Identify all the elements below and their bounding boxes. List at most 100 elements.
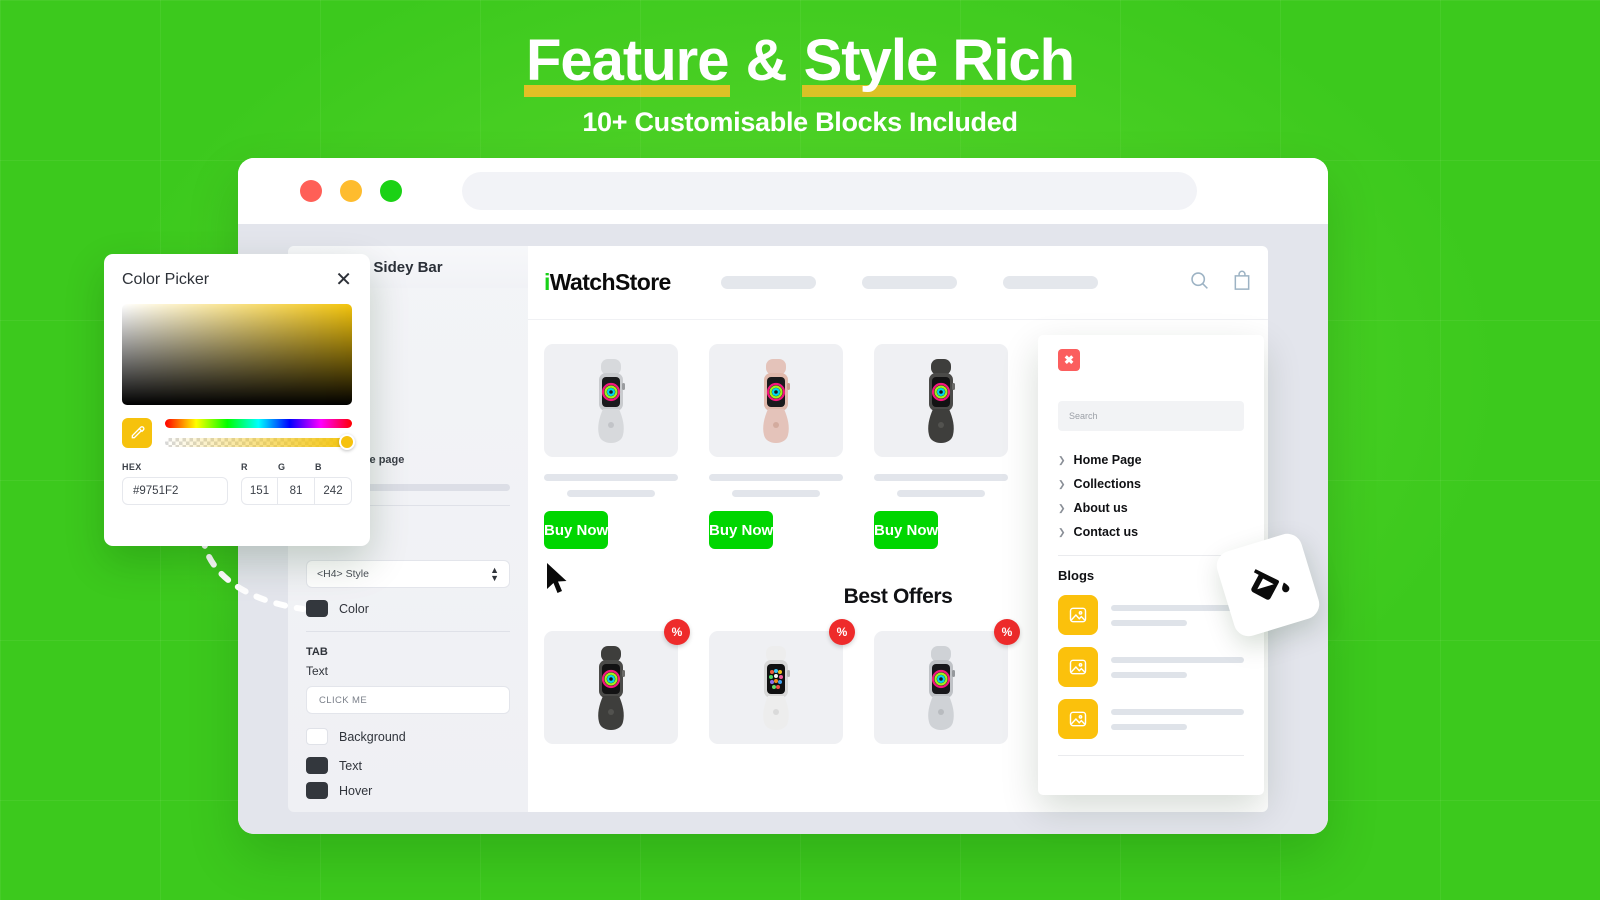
blog-meta-skeleton [1111,723,1187,730]
green-label: G [278,462,286,472]
color-picker-title: Color Picker [122,271,210,288]
menu-search-placeholder: Search [1069,411,1098,421]
blog-title-skeleton [1111,604,1244,611]
product-image: % [874,619,1020,744]
close-icon[interactable]: ✖ [1058,349,1080,371]
product-image: % [709,619,855,744]
tab-section-label: TAB [306,646,328,658]
shopping-bag-icon[interactable] [1232,269,1252,296]
menu-item-label: Contact us [1073,525,1139,539]
nav-stub-1[interactable] [720,276,816,289]
nav-stub-2[interactable] [861,276,957,289]
click-me-value: CLICK ME [319,694,368,706]
blue-input[interactable]: 242 [315,477,352,505]
chevron-right-icon: ❯ [1058,526,1066,537]
color-swatch-row[interactable]: Color [306,600,510,617]
swatch-row-text[interactable]: Text [306,757,510,774]
store-logo[interactable]: iWatchStore [544,269,671,296]
text-swatch-label: Text [339,758,362,773]
offer-card: % [874,619,1020,744]
minimize-window-button[interactable] [340,180,362,202]
product-card: Buy Now [709,344,843,549]
address-bar[interactable] [462,172,1197,210]
green-input[interactable]: 81 [278,477,315,505]
page-subtitle: 10+ Customisable Blocks Included [582,106,1018,137]
search-icon[interactable] [1189,270,1210,296]
menu-item-label: Home Page [1073,453,1142,467]
red-label: R [241,462,248,472]
eyedropper-icon[interactable] [122,418,152,448]
sidebar-divider-2 [306,631,510,632]
product-image [544,344,678,457]
browser-titlebar [238,158,1328,224]
discount-badge: % [664,619,690,645]
buy-now-button[interactable]: Buy Now [874,511,939,549]
blue-label: B [315,462,322,472]
menu-item-home-page[interactable]: ❯ Home Page [1058,453,1244,467]
menu-divider [1058,555,1244,556]
heading-style-value: <H4> Style [317,568,369,580]
blog-title-skeleton [1111,656,1244,663]
product-title-skeleton [544,474,678,481]
product-title-skeleton [709,474,843,481]
swatch-row-background[interactable]: Background [306,728,510,745]
saturation-value-area[interactable] [122,304,352,405]
color-swatch[interactable] [306,600,328,617]
product-image: % [544,619,690,744]
menu-footer-divider [1058,755,1244,756]
store-header: iWatchStore [528,246,1268,320]
hex-value: #9751F2 [133,485,179,497]
product-price-skeleton [731,490,821,497]
blog-list-item[interactable] [1058,595,1244,635]
green-value: 81 [289,485,303,497]
chevron-right-icon: ❯ [1058,454,1066,465]
background-swatch-label: Background [339,729,406,744]
red-input[interactable]: 151 [241,477,278,505]
hero-section: Feature & Style Rich 10+ Customisable Bl… [0,0,1600,138]
hex-label: HEX [122,462,142,472]
blogs-title: Blogs [1058,568,1095,583]
blog-meta-skeleton [1111,671,1187,678]
store-nav-placeholders [720,276,1098,289]
title-ampersand: & [745,28,788,93]
close-icon[interactable]: ✕ [335,270,352,290]
paint-bucket-icon [1251,569,1290,600]
close-window-button[interactable] [300,180,322,202]
menu-item-label: Collections [1073,477,1141,491]
product-card: Buy Now [544,344,678,549]
click-me-input[interactable]: CLICK ME [306,686,510,714]
traffic-lights [300,180,402,202]
background-swatch[interactable] [306,728,328,745]
nav-stub-3[interactable] [1002,276,1098,289]
menu-item-label: About us [1073,501,1128,515]
blog-list-item[interactable] [1058,647,1244,687]
product-image [874,344,1008,457]
blog-meta-skeleton [1111,619,1187,626]
discount-badge: % [994,619,1020,645]
alpha-slider[interactable] [165,434,355,450]
blue-value: 242 [323,485,343,497]
menu-item-collections[interactable]: ❯ Collections [1058,477,1244,491]
product-card: Buy Now [874,344,1008,549]
color-picker-panel: Color Picker ✕ HEX #9751F2 R 151 G 81 B … [104,254,370,546]
menu-item-contact-us[interactable]: ❯ Contact us [1058,525,1244,539]
hover-swatch[interactable] [306,782,328,799]
buy-now-button[interactable]: Buy Now [709,511,774,549]
hue-slider[interactable] [165,419,352,428]
image-icon [1058,699,1098,739]
menu-search-input[interactable]: Search [1058,401,1244,431]
alpha-slider-handle[interactable] [339,434,355,450]
swatch-row-hover[interactable]: Hover [306,782,510,799]
product-title-skeleton [874,474,1008,481]
heading-style-select[interactable]: <H4> Style ▲ ▼ [306,560,510,588]
blog-list-item[interactable] [1058,699,1244,739]
tab-text-label: Text [306,664,329,678]
product-price-skeleton [896,490,986,497]
text-swatch[interactable] [306,757,328,774]
maximize-window-button[interactable] [380,180,402,202]
menu-item-about-us[interactable]: ❯ About us [1058,501,1244,515]
offer-card: % [544,619,690,744]
title-word-feature: Feature [523,28,730,97]
buy-now-button[interactable]: Buy Now [544,511,609,549]
hex-input[interactable]: #9751F2 [122,477,228,505]
